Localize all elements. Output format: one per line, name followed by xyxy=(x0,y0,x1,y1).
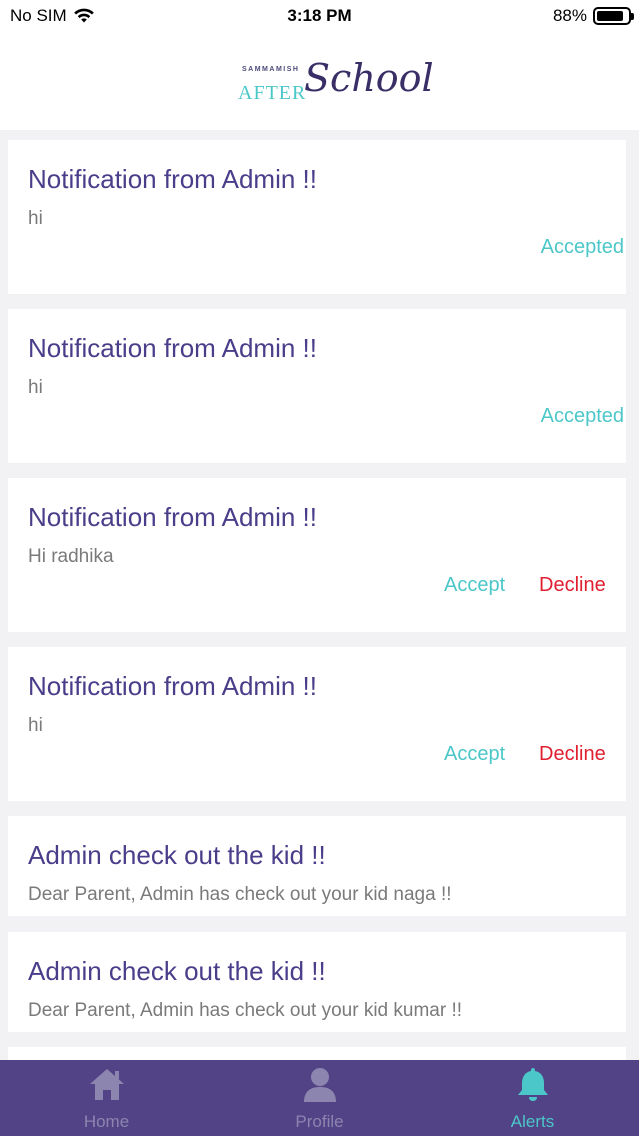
notification-card: Notification from Admin !! Hi radhika Ac… xyxy=(8,478,626,632)
logo-school-text: School xyxy=(304,56,434,100)
home-icon xyxy=(89,1069,124,1100)
notification-message: hi xyxy=(28,715,43,736)
accepted-status: Accepted xyxy=(540,236,624,258)
notification-message: Hi radhika xyxy=(28,546,114,567)
notification-title: Notification from Admin !! xyxy=(28,164,317,194)
notification-message: hi xyxy=(28,208,43,229)
tab-profile-label: Profile xyxy=(295,1112,344,1131)
notification-title: Notification from Admin !! xyxy=(28,333,317,363)
status-bar: No SIM 3:18 PM 88% xyxy=(0,0,639,34)
notification-title: Notification from Admin !! xyxy=(28,502,317,532)
notification-message: Dear Parent, Admin has check out your ki… xyxy=(28,884,452,905)
bell-icon xyxy=(517,1068,548,1101)
logo-after-text: AFTER xyxy=(238,82,307,104)
notification-card: Notification from Admin !! hi Accepted xyxy=(8,140,626,294)
app-header: SAMMAMISH AFTER School xyxy=(0,34,639,130)
profile-icon xyxy=(303,1068,336,1102)
decline-button[interactable]: Decline xyxy=(539,574,606,597)
battery-icon xyxy=(593,7,634,25)
accept-button[interactable]: Accept xyxy=(444,743,505,766)
tab-bar: Home Profile Alerts xyxy=(0,1060,639,1136)
notification-list[interactable]: Notification from Admin !! hi Accepted N… xyxy=(0,130,639,1060)
notification-card: Admin check out the kid !! Dear Parent, … xyxy=(8,932,626,1032)
app-logo: SAMMAMISH AFTER School xyxy=(236,56,434,106)
battery-group: 88% xyxy=(552,6,634,26)
notification-title: Admin check out the kid !! xyxy=(28,956,326,986)
notification-message: Dear Parent, Admin has check out your ki… xyxy=(28,1000,463,1021)
tab-alerts[interactable]: Alerts xyxy=(426,1060,639,1136)
notification-card: Admin check out the kid !! Dear Parent, … xyxy=(8,816,626,916)
battery-fill xyxy=(597,11,624,21)
status-time: 3:18 PM xyxy=(287,6,352,25)
notification-message: hi xyxy=(28,377,43,398)
tab-alerts-label: Alerts xyxy=(510,1112,555,1131)
tab-home[interactable]: Home xyxy=(0,1060,213,1136)
notification-title: Admin check out the kid !! xyxy=(28,840,326,870)
tab-profile[interactable]: Profile xyxy=(213,1060,426,1136)
notification-title: Notification from Admin !! xyxy=(28,671,317,701)
notification-card-partial xyxy=(8,1047,626,1060)
notification-card: Notification from Admin !! hi Accept Dec… xyxy=(8,647,626,801)
battery-percent: 88% xyxy=(552,6,587,25)
accept-button[interactable]: Accept xyxy=(444,574,505,597)
logo-small-text: SAMMAMISH xyxy=(242,66,300,73)
tab-home-label: Home xyxy=(83,1112,130,1131)
notification-card: Notification from Admin !! hi Accepted xyxy=(8,309,626,463)
accepted-status: Accepted xyxy=(540,405,624,427)
decline-button[interactable]: Decline xyxy=(539,743,606,766)
